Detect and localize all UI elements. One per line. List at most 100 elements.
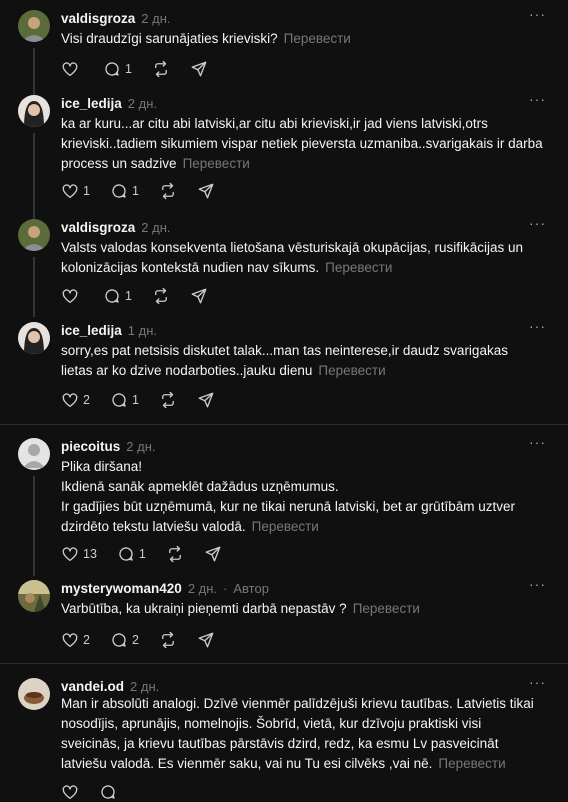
username[interactable]: vandei.od	[61, 679, 124, 694]
author-badge: Автор	[233, 581, 269, 596]
post-time: 2 дн.	[126, 439, 156, 454]
post-text: Plika diršana! Ikdienā sanāk apmeklēt da…	[61, 457, 543, 537]
reply-button[interactable]: 1	[117, 545, 146, 563]
reply-count: 1	[131, 184, 139, 198]
avatar[interactable]	[18, 580, 50, 612]
avatar[interactable]	[18, 219, 50, 251]
translate-link[interactable]: Перевести	[183, 156, 250, 171]
thread-line	[33, 476, 35, 576]
post-actions: 1	[61, 286, 228, 306]
like-button[interactable]	[61, 287, 83, 305]
post-line: sorry,es pat netsisis diskutet talak...m…	[61, 343, 508, 378]
reply-button[interactable]: 1	[103, 60, 132, 78]
comment-icon	[103, 60, 121, 78]
post-text: Varbūtība, ka ukraiņi pieņemti darbā nep…	[61, 599, 543, 619]
more-options-icon[interactable]: ···	[529, 318, 546, 334]
avatar[interactable]	[18, 438, 50, 470]
avatar[interactable]	[18, 10, 50, 42]
more-options-icon[interactable]: ···	[529, 91, 546, 107]
repost-button[interactable]	[152, 60, 170, 78]
translate-link[interactable]: Перевести	[318, 363, 385, 378]
like-button[interactable]: 2	[61, 391, 90, 409]
username[interactable]: mysterywoman420	[61, 581, 182, 596]
username[interactable]: ice_ledija	[61, 96, 122, 111]
reply-count: 1	[125, 62, 132, 76]
reply-button[interactable]: 1	[103, 287, 132, 305]
more-options-icon[interactable]: ···	[529, 215, 546, 231]
comment-icon	[103, 287, 121, 305]
heart-icon	[61, 545, 79, 563]
author-separator: ·	[223, 581, 228, 596]
thread-divider	[0, 663, 568, 664]
reply-count: 1	[125, 289, 132, 303]
send-icon	[197, 182, 215, 200]
share-button[interactable]	[190, 287, 208, 305]
more-options-icon[interactable]: ···	[529, 434, 546, 450]
share-button[interactable]	[197, 391, 215, 409]
repost-button[interactable]	[159, 182, 177, 200]
share-button[interactable]	[197, 182, 215, 200]
username[interactable]: valdisgroza	[61, 11, 135, 26]
post-time: 2 дн.	[141, 11, 171, 26]
like-count: 2	[83, 393, 90, 407]
reply-button[interactable]: 2	[110, 631, 139, 649]
translate-link[interactable]: Перевести	[325, 260, 392, 275]
repost-icon	[152, 287, 170, 305]
post-time: 2 дн.	[127, 96, 158, 111]
send-icon	[190, 287, 208, 305]
like-button[interactable]	[61, 60, 83, 78]
comment-icon	[110, 182, 128, 200]
send-icon	[190, 60, 208, 78]
username[interactable]: ice_ledija	[61, 323, 122, 338]
share-button[interactable]	[190, 60, 208, 78]
post-text: Valsts valodas konsekventa lietošana vēs…	[61, 238, 543, 278]
share-button[interactable]	[197, 631, 215, 649]
post-text: ka ar kuru...ar citu abi latviski,ar cit…	[61, 114, 543, 174]
like-button[interactable]: 2	[61, 631, 90, 649]
reply-count: 1	[138, 547, 146, 561]
post-line: Plika diršana!	[61, 459, 143, 474]
heart-icon	[61, 287, 79, 305]
comment-icon	[117, 545, 135, 563]
username[interactable]: piecoitus	[61, 439, 120, 454]
reply-button[interactable]: 1	[110, 182, 139, 200]
repost-button[interactable]	[159, 631, 177, 649]
repost-icon	[152, 60, 170, 78]
post-line: Valsts valodas konsekventa lietošana vēs…	[61, 240, 523, 275]
post-time: 2 дн.	[141, 220, 171, 235]
avatar[interactable]	[18, 678, 50, 710]
repost-icon	[159, 182, 177, 200]
translate-link[interactable]: Перевести	[284, 31, 351, 46]
avatar[interactable]	[18, 95, 50, 127]
username[interactable]: valdisgroza	[61, 220, 135, 235]
repost-button[interactable]	[152, 287, 170, 305]
thread-line	[33, 133, 35, 233]
translate-link[interactable]: Перевести	[438, 756, 505, 771]
like-button[interactable]	[61, 783, 79, 801]
like-count: 2	[83, 633, 90, 647]
like-button[interactable]: 13	[61, 545, 97, 563]
post-line: Visi draudzīgi sarunājaties krieviski?	[61, 31, 278, 46]
repost-button[interactable]	[166, 545, 184, 563]
comment-icon	[110, 391, 128, 409]
post-actions	[61, 782, 137, 802]
username-row: piecoitus 2 дн.	[61, 438, 155, 456]
post-line: ka ar kuru...ar citu abi latviski,ar cit…	[61, 116, 543, 171]
send-icon	[197, 631, 215, 649]
more-options-icon[interactable]: ···	[529, 576, 546, 592]
heart-icon	[61, 631, 79, 649]
repost-button[interactable]	[159, 391, 177, 409]
like-count: 1	[83, 184, 90, 198]
like-button[interactable]: 1	[61, 182, 90, 200]
repost-icon	[159, 391, 177, 409]
reply-button[interactable]	[99, 783, 117, 801]
share-button[interactable]	[204, 545, 222, 563]
username-row: mysterywoman420 2 дн. · Автор	[61, 580, 269, 598]
avatar[interactable]	[18, 322, 50, 354]
translate-link[interactable]: Перевести	[252, 519, 319, 534]
translate-link[interactable]: Перевести	[353, 601, 420, 616]
more-options-icon[interactable]: ···	[529, 674, 546, 690]
more-options-icon[interactable]: ···	[529, 6, 546, 22]
reply-button[interactable]: 1	[110, 391, 139, 409]
like-count: 13	[83, 547, 97, 561]
